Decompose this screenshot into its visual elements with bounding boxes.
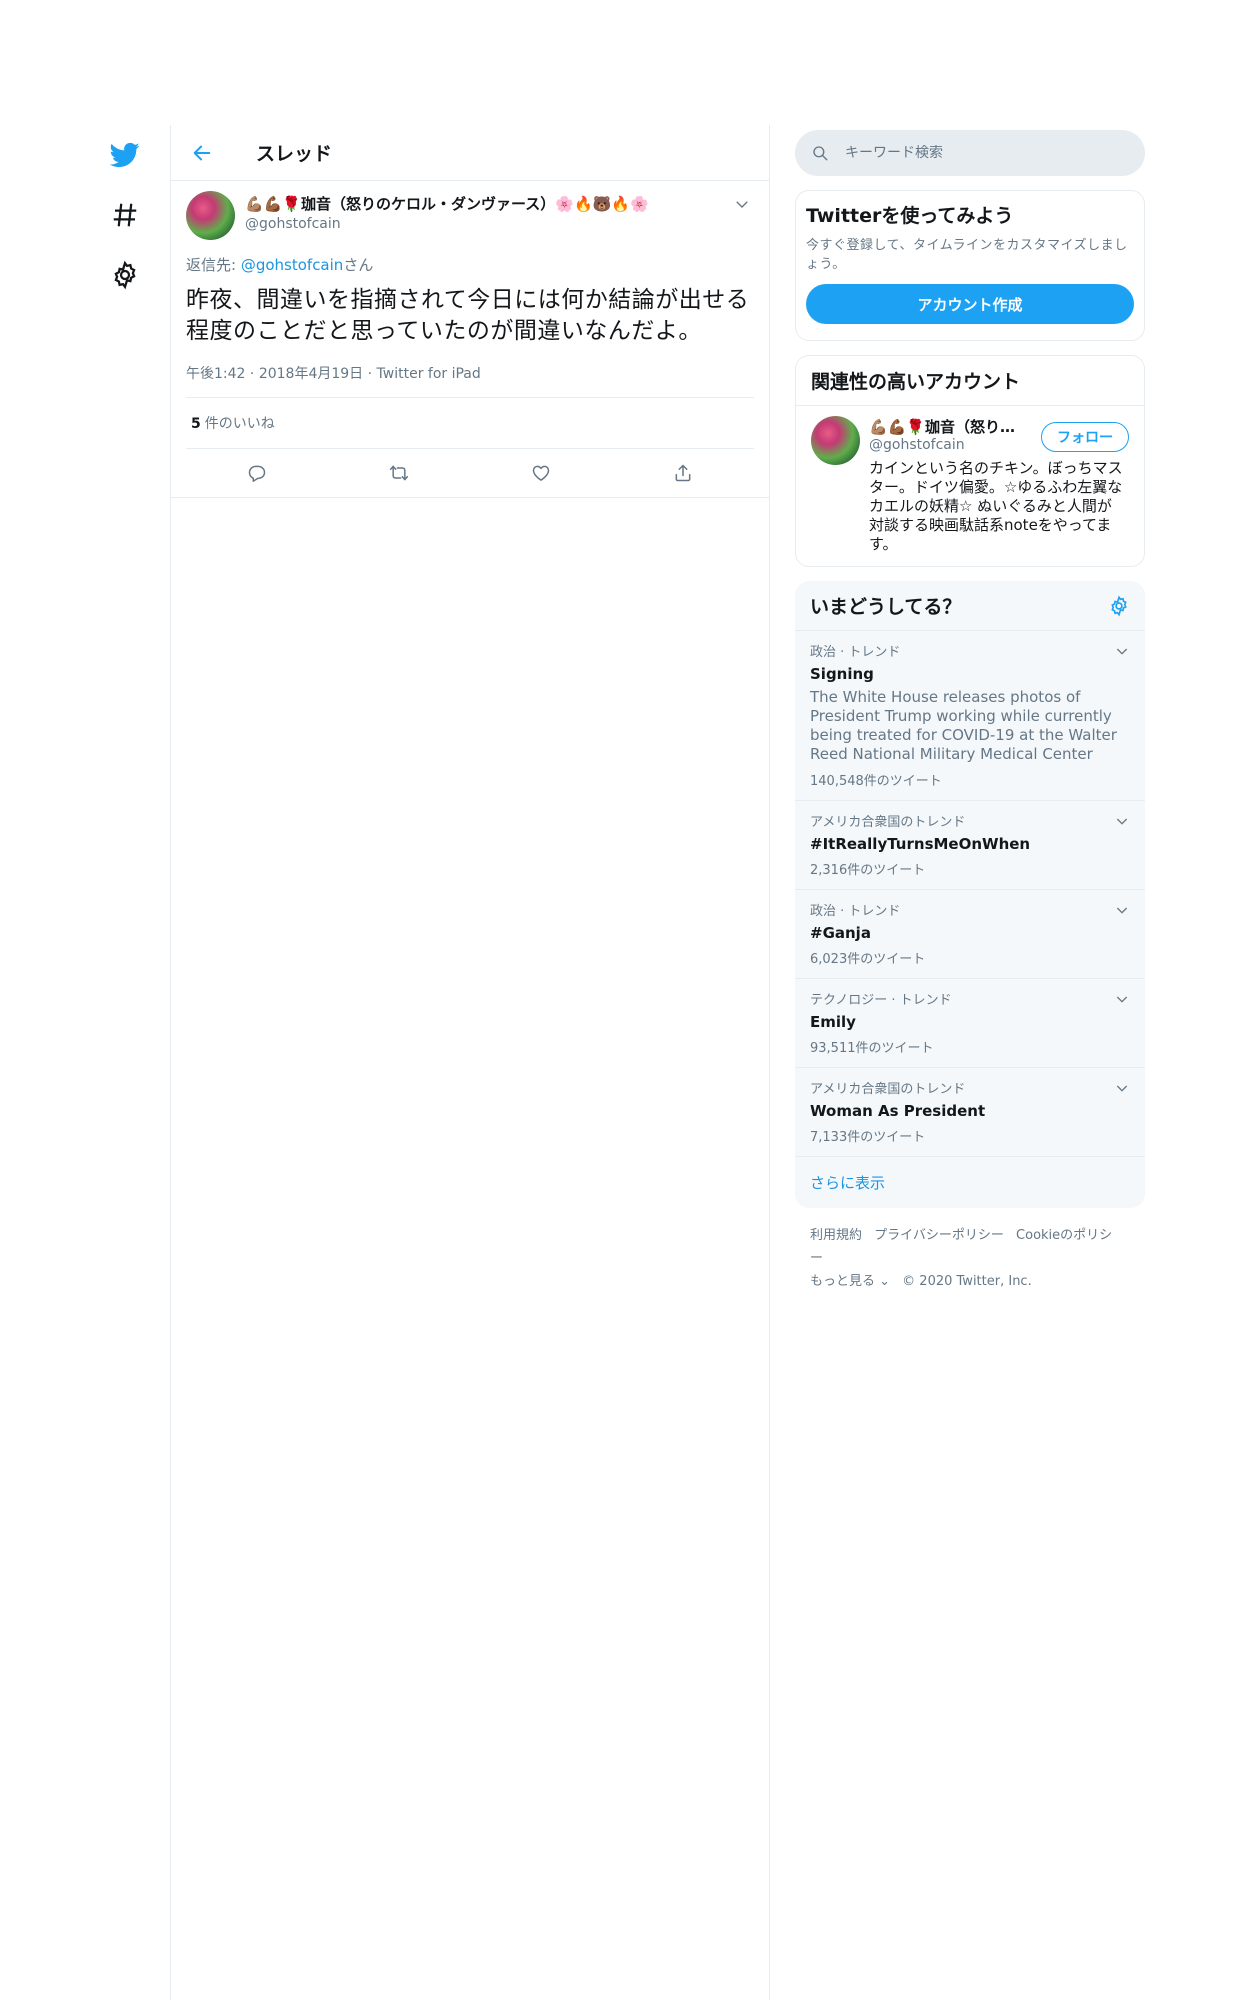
- footer-more-link[interactable]: もっと見る ⌄: [810, 1274, 890, 1289]
- trend-menu-button[interactable]: [1114, 991, 1130, 1007]
- signup-card-subtitle: 今すぐ登録して、タイムラインをカスタマイズしましょう。: [806, 238, 1128, 272]
- trend-count: 6,023件のツイート: [810, 952, 926, 967]
- reply-to-suffix: さん: [343, 256, 374, 274]
- gear-icon: [1111, 594, 1127, 617]
- tweet-time[interactable]: 午後1:42: [186, 366, 245, 382]
- reply-to-handle-link[interactable]: @gohstofcain: [241, 256, 343, 274]
- left-nav: [100, 130, 150, 310]
- settings-gear-icon: [114, 260, 136, 290]
- trend-name: Woman As President: [810, 1102, 986, 1120]
- chevron-down-icon: [1116, 818, 1128, 825]
- create-account-button[interactable]: アカウント作成: [806, 284, 1134, 324]
- trends-title: いまどうしてる？: [810, 596, 962, 618]
- trend-name: Signing: [810, 665, 874, 683]
- trend-item[interactable]: テクノロジー · トレンド Emily 93,511件のツイート: [795, 979, 1145, 1068]
- show-more-link[interactable]: さらに表示: [795, 1157, 1145, 1208]
- avatar[interactable]: [811, 416, 860, 465]
- reply-to-line: 返信先: @gohstofcainさん: [186, 254, 754, 275]
- trends-settings-button[interactable]: [1108, 594, 1130, 617]
- arrow-left-icon: [193, 145, 211, 160]
- avatar[interactable]: [186, 191, 235, 240]
- trend-menu-button[interactable]: [1114, 643, 1130, 659]
- tweet-meta: 午後1:42 · 2018年4月19日 · Twitter for iPad: [186, 363, 754, 398]
- trends-card: いまどうしてる？ 政治 · トレンド Signing The White Hou…: [795, 581, 1145, 1208]
- twitter-home-link[interactable]: [100, 130, 150, 180]
- trend-context: テクノロジー · トレンド: [810, 993, 952, 1008]
- tweet-text: 昨夜、間違いを指摘されて今日には何か結論が出せる程度のことだと思っていたのが間違…: [186, 287, 750, 344]
- follow-button[interactable]: フォロー: [1041, 422, 1129, 452]
- related-accounts-card: 関連性の高いアカウント 💪🏽💪🏾🌹珈音（怒りのケロル・ダンヴァース） @gohs…: [795, 355, 1145, 567]
- tweet-source[interactable]: Twitter for iPad: [377, 366, 481, 382]
- trend-item[interactable]: 政治 · トレンド Signing The White House releas…: [795, 631, 1145, 801]
- trend-count: 7,133件のツイート: [810, 1130, 926, 1145]
- signup-card: Twitterを使ってみよう 今すぐ登録して、タイムラインをカスタマイズしましょ…: [795, 190, 1145, 341]
- footer: 利用規約 プライバシーポリシー Cookieのポリシー もっと見る ⌄ © 20…: [795, 1208, 1145, 1309]
- trend-context: アメリカ合衆国のトレンド: [810, 815, 966, 830]
- search-box[interactable]: [795, 130, 1145, 176]
- trend-context: 政治 · トレンド: [810, 645, 901, 660]
- share-button[interactable]: [665, 455, 701, 491]
- footer-copyright: © 2020 Twitter, Inc.: [902, 1274, 1032, 1289]
- trend-description: The White House releases photos of Presi…: [810, 688, 1117, 763]
- chevron-down-icon: [1116, 907, 1128, 914]
- tweet-date[interactable]: 2018年4月19日: [259, 366, 363, 382]
- trend-menu-button[interactable]: [1114, 1080, 1130, 1096]
- reply-to-prefix: 返信先:: [186, 256, 241, 274]
- main-column: スレッド 💪🏽💪🏾🌹珈音（怒りのケロル・ダンヴァース）🌸🔥🐻🔥🌸 @gohsto…: [170, 125, 770, 2000]
- related-user-name[interactable]: 💪🏽💪🏾🌹珈音（怒りのケロル・ダンヴァース）: [869, 416, 1024, 437]
- heart-icon: [532, 465, 550, 481]
- thread-header: スレッド: [171, 125, 769, 181]
- back-button[interactable]: [186, 137, 218, 169]
- footer-privacy-link[interactable]: プライバシーポリシー: [874, 1228, 1004, 1243]
- share-icon: [675, 464, 691, 482]
- trend-menu-button[interactable]: [1114, 813, 1130, 829]
- trend-name: #Ganja: [810, 924, 871, 942]
- footer-terms-link[interactable]: 利用規約: [810, 1228, 862, 1243]
- chevron-down-icon: [1116, 996, 1128, 1003]
- page-title: スレッド: [256, 143, 333, 165]
- related-accounts-title: 関連性の高いアカウント: [811, 371, 1021, 393]
- like-label: 件のいいね: [204, 416, 275, 432]
- twitter-bird-icon: [110, 142, 140, 168]
- tweet-handle[interactable]: @gohstofcain: [245, 216, 649, 232]
- search-input[interactable]: [845, 145, 1105, 161]
- trend-context: 政治 · トレンド: [810, 904, 901, 919]
- reply-icon: [248, 465, 266, 482]
- chevron-down-icon: [1116, 648, 1128, 655]
- hashtag-icon: [113, 203, 137, 227]
- related-user[interactable]: 💪🏽💪🏾🌹珈音（怒りのケロル・ダンヴァース） @gohstofcain カインと…: [796, 406, 1144, 566]
- trend-menu-button[interactable]: [1114, 902, 1130, 918]
- like-count: 5: [191, 416, 201, 432]
- trend-item[interactable]: アメリカ合衆国のトレンド #ItReallyTurnsMeOnWhen 2,31…: [795, 801, 1145, 890]
- related-user-bio: カインという名のチキン。ぼっちマスター。ドイツ偏愛。☆ゆるふわ左翼なカエルの妖精…: [869, 459, 1123, 553]
- chevron-down-icon: [736, 201, 748, 208]
- trend-count: 140,548件のツイート: [810, 774, 942, 789]
- like-button[interactable]: [523, 455, 559, 491]
- trend-count: 2,316件のツイート: [810, 863, 926, 878]
- tweet-actions: [186, 449, 754, 497]
- trend-context: アメリカ合衆国のトレンド: [810, 1082, 966, 1097]
- reply-button[interactable]: [239, 455, 275, 491]
- explore-link[interactable]: [100, 190, 150, 240]
- chevron-down-icon: [1116, 1085, 1128, 1092]
- trend-count: 93,511件のツイート: [810, 1041, 934, 1056]
- trend-name: Emily: [810, 1013, 856, 1031]
- signup-card-title: Twitterを使ってみよう: [806, 205, 1014, 227]
- retweet-button[interactable]: [381, 455, 417, 491]
- trend-name: #ItReallyTurnsMeOnWhen: [810, 835, 1031, 853]
- tweet: 💪🏽💪🏾🌹珈音（怒りのケロル・ダンヴァース）🌸🔥🐻🔥🌸 @gohstofcain…: [171, 181, 769, 498]
- settings-link[interactable]: [100, 250, 150, 300]
- search-icon: [813, 146, 828, 161]
- trend-item[interactable]: 政治 · トレンド #Ganja 6,023件のツイート: [795, 890, 1145, 979]
- tweet-display-name[interactable]: 💪🏽💪🏾🌹珈音（怒りのケロル・ダンヴァース）🌸🔥🐻🔥🌸: [245, 193, 649, 214]
- retweet-icon: [389, 465, 409, 481]
- trend-item[interactable]: アメリカ合衆国のトレンド Woman As President 7,133件のツ…: [795, 1068, 1145, 1157]
- tweet-menu-button[interactable]: [733, 195, 753, 215]
- right-sidebar: Twitterを使ってみよう 今すぐ登録して、タイムラインをカスタマイズしましょ…: [795, 130, 1145, 1309]
- like-stats[interactable]: 5 件のいいね: [186, 398, 754, 449]
